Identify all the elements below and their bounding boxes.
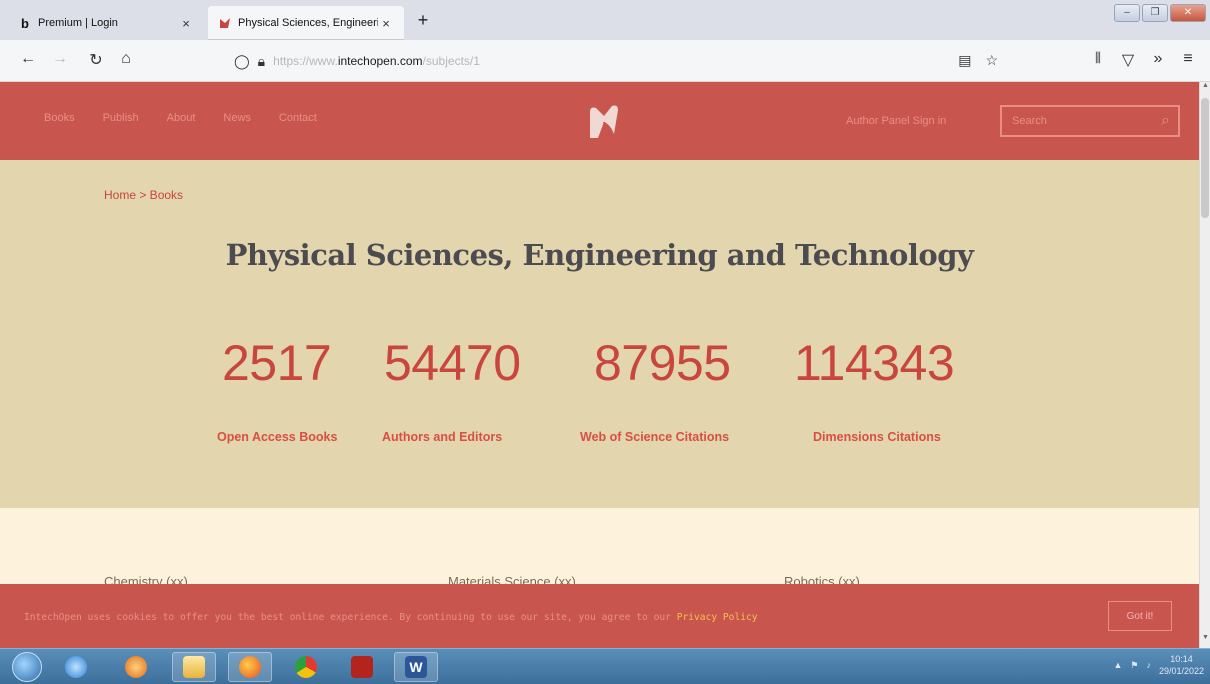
stat-label-authors-editors: Authors and Editors — [382, 430, 503, 444]
scrollbar-thumb[interactable] — [1201, 98, 1209, 218]
browser-tab-physical-sciences[interactable]: Physical Sciences, Engineering × — [208, 6, 404, 40]
tab-title: Physical Sciences, Engineering — [238, 17, 378, 29]
media-player-icon — [125, 656, 147, 678]
tab-close-icon[interactable]: × — [178, 16, 194, 31]
taskbar-word[interactable]: W — [394, 652, 438, 682]
search-input[interactable]: Search ⌕ — [1000, 105, 1180, 137]
breadcrumb[interactable]: Home > Books — [104, 188, 183, 202]
intechopen-favicon-icon — [218, 16, 232, 30]
firefox-icon — [239, 656, 261, 678]
nav-item-about[interactable]: About — [167, 112, 196, 124]
stat-open-access-books: 2517 — [222, 335, 332, 391]
tab-close-icon[interactable]: × — [378, 16, 394, 31]
overflow-chevron-icon[interactable]: » — [1148, 50, 1168, 68]
taskbar-acrobat[interactable] — [340, 652, 384, 682]
cookie-message: IntechOpen uses cookies to offer you the… — [24, 612, 758, 623]
tray-volume-icon[interactable]: ♪ — [1146, 660, 1151, 670]
system-tray: ▲ ⚑ ♪ 10:14 29/01/2022 — [1113, 653, 1204, 677]
stat-label-open-access-books: Open Access Books — [217, 430, 338, 444]
scroll-down-icon[interactable]: ▼ — [1200, 634, 1210, 648]
lock-icon[interactable]: 🔒︎ — [258, 53, 265, 70]
stat-dimensions-citations: 114343 — [794, 335, 955, 391]
subjects-section: Chemistry (xx) Materials Science (xx) Ro… — [0, 508, 1199, 589]
library-icon[interactable]: ⫼ — [1088, 50, 1108, 66]
close-window-icon[interactable]: ✕ — [1170, 4, 1206, 22]
browser-tab-strip: b Premium | Login × Physical Sciences, E… — [0, 0, 1210, 40]
taskbar-firefox[interactable] — [228, 652, 272, 682]
reader-view-icon[interactable]: ▤ — [958, 52, 971, 69]
reload-icon[interactable]: ↻ — [86, 50, 106, 70]
stat-value: 114343 — [794, 335, 955, 391]
url-prefix: https://www. — [273, 54, 338, 68]
tracking-shield-icon[interactable]: ◯ — [234, 53, 250, 70]
author-panel-sign-in-link[interactable]: Author Panel Sign in — [846, 115, 946, 127]
bookmark-star-icon[interactable]: ☆ — [985, 52, 998, 69]
clock-date: 29/01/2022 — [1158, 666, 1204, 676]
restore-icon[interactable]: ❐ — [1142, 4, 1168, 22]
window-controls: – ❐ ✕ — [1114, 4, 1206, 22]
cookie-accept-button[interactable]: Got it! — [1108, 601, 1172, 631]
new-tab-button[interactable]: + — [412, 10, 434, 31]
cookie-message-text: IntechOpen uses cookies to offer you the… — [24, 612, 677, 623]
stat-value: 87955 — [594, 335, 731, 391]
stat-value: 54470 — [384, 335, 521, 391]
taskbar-media-player[interactable] — [114, 652, 158, 682]
browser-tab-premium-login[interactable]: b Premium | Login × — [8, 6, 204, 40]
taskbar-internet-explorer[interactable] — [54, 652, 98, 682]
folder-icon — [183, 656, 205, 678]
tray-network-icon[interactable]: ▲ — [1113, 660, 1122, 670]
chrome-icon — [295, 656, 317, 678]
word-icon: W — [405, 656, 427, 678]
url-domain: intechopen.com — [337, 54, 423, 68]
stat-authors-editors: 54470 — [384, 338, 521, 388]
stat-label-wos-citations: Web of Science Citations — [580, 430, 730, 444]
stat-value: 2517 — [222, 335, 332, 391]
nav-item-news[interactable]: News — [223, 112, 251, 124]
page-scrollbar[interactable]: ▲ ▼ — [1199, 82, 1210, 648]
taskbar-file-explorer[interactable] — [172, 652, 216, 682]
home-icon[interactable]: ⌂ — [116, 50, 136, 68]
minimize-icon[interactable]: – — [1114, 4, 1140, 22]
url-bar[interactable]: ◯ 🔒︎ https://www. intechopen.com /subjec… — [228, 46, 998, 76]
back-arrow-icon[interactable]: ← — [18, 50, 38, 68]
scroll-up-icon[interactable]: ▲ — [1200, 82, 1210, 96]
internet-explorer-icon — [65, 656, 87, 678]
stat-label-dimensions-citations: Dimensions Citations — [813, 430, 941, 444]
forward-arrow-icon[interactable]: → — [50, 50, 70, 68]
b-logo-icon: b — [21, 15, 29, 31]
acrobat-icon — [351, 656, 373, 678]
hamburger-menu-icon[interactable]: ≡ — [1178, 50, 1198, 68]
stat-wos-citations: 87955 — [594, 338, 731, 388]
url-suffix: /subjects/1 — [422, 54, 480, 68]
windows-start-button[interactable] — [12, 652, 42, 682]
nav-item-books[interactable]: Books — [44, 112, 75, 124]
intechopen-logo[interactable] — [584, 102, 624, 142]
nav-item-contact[interactable]: Contact — [279, 112, 317, 124]
nav-item-publish[interactable]: Publish — [103, 112, 139, 124]
windows-taskbar: W ▲ ⚑ ♪ 10:14 29/01/2022 — [0, 648, 1210, 684]
search-placeholder: Search — [1012, 115, 1047, 127]
search-icon[interactable]: ⌕ — [1161, 112, 1170, 130]
tab-title: Premium | Login — [38, 17, 118, 29]
tray-flag-icon[interactable]: ⚑ — [1130, 660, 1138, 671]
browser-toolbar: ← → ↻ ⌂ ◯ 🔒︎ https://www. intechopen.com… — [0, 40, 1210, 82]
tray-clock[interactable]: 10:14 29/01/2022 — [1159, 653, 1204, 677]
page-title: Physical Sciences, Engineering and Techn… — [225, 238, 974, 272]
screen: b Premium | Login × Physical Sciences, E… — [0, 0, 1210, 684]
clock-time: 10:14 — [1170, 654, 1193, 664]
hero-section: Home > Books Physical Sciences, Engineer… — [0, 160, 1199, 508]
cookie-banner: IntechOpen uses cookies to offer you the… — [0, 584, 1199, 648]
pocket-icon[interactable]: ▽ — [1118, 50, 1138, 70]
privacy-policy-link[interactable]: Privacy Policy — [677, 612, 758, 623]
site-nav: Books Publish About News Contact — [44, 112, 317, 124]
site-header: Books Publish About News Contact Author … — [0, 82, 1199, 160]
taskbar-chrome[interactable] — [284, 652, 328, 682]
